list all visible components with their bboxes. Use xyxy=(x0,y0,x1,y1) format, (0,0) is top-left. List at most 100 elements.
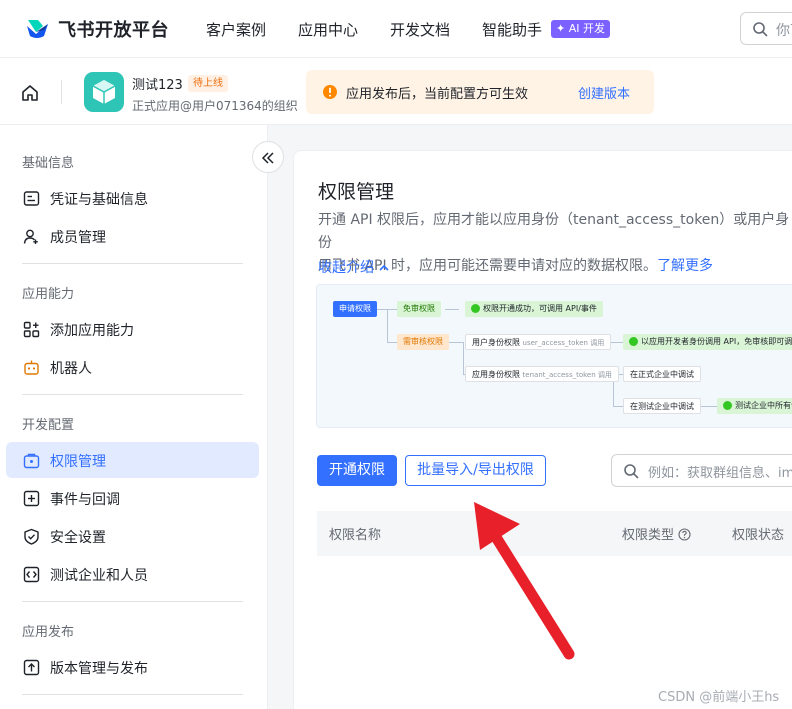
flow-user-result: 以应用开发者身份调用 API，免审核即可调 xyxy=(623,334,792,350)
publish-notice: 应用发布后，当前配置方可生效 创建版本 xyxy=(306,70,654,114)
flow-free-node: 免审权限 xyxy=(397,301,441,317)
collapse-intro-label: 收起介绍 xyxy=(318,260,374,276)
nav-smart-assistant[interactable]: 智能助手 xyxy=(482,19,542,40)
page-title: 权限管理 xyxy=(318,181,395,203)
permission-search-placeholder: 例如：获取群组信息、im xyxy=(648,466,792,481)
grid-add-icon xyxy=(23,321,40,338)
sidebar-item-credentials[interactable]: 凭证与基础信息 xyxy=(6,180,259,216)
sidebar-item-robot[interactable]: 机器人 xyxy=(6,349,259,385)
flow-test-debug-node: 在测试企业中调试 xyxy=(623,398,701,414)
flow-test-result-text: 测试企业中所有令 xyxy=(735,401,792,410)
nav-customer-cases[interactable]: 客户案例 xyxy=(206,19,266,40)
ai-dev-badge[interactable]: ✦ AI 开发 xyxy=(551,20,610,38)
robot-icon xyxy=(24,360,39,375)
feishu-logo-icon xyxy=(27,20,48,38)
flow-line xyxy=(445,309,459,310)
sidebar-item-permissions[interactable]: 权限管理 xyxy=(6,442,259,478)
flow-tenant-identity-text: 应用身份权限 xyxy=(472,370,520,379)
column-permission-status: 权限状态 xyxy=(732,528,785,543)
double-chevron-left-icon xyxy=(261,152,274,164)
sidebar-item-add-capability[interactable]: 添加应用能力 xyxy=(6,311,259,347)
sidebar-section-basic: 基础信息 xyxy=(22,156,75,171)
create-version-link[interactable]: 创建版本 xyxy=(578,83,630,102)
flow-user-result-text: 以应用开发者身份调用 API，免审核即可调 xyxy=(641,337,792,346)
global-search-placeholder: 你可 xyxy=(776,23,792,39)
sidebar-section-publish: 应用发布 xyxy=(22,625,75,640)
flow-user-identity-text: 用户身份权限 xyxy=(472,338,520,347)
flow-tenant-identity-node: 应用身份权限 tenant_access_token 调用 xyxy=(465,366,619,382)
sidebar: 基础信息 凭证与基础信息 成员管理 应用能力 添加应用能力 机器人 开发配置 权… xyxy=(0,125,268,709)
code-icon xyxy=(23,566,40,583)
notice-text: 应用发布后，当前配置方可生效 xyxy=(346,87,529,102)
sidebar-item-label: 事件与回调 xyxy=(50,492,120,508)
sidebar-section-capabilities: 应用能力 xyxy=(22,287,75,302)
shield-icon xyxy=(24,528,39,545)
sidebar-item-label: 权限管理 xyxy=(50,454,106,470)
search-icon xyxy=(624,464,639,479)
column-permission-type: 权限类型 xyxy=(622,524,691,543)
check-circle-icon xyxy=(471,304,480,313)
chevron-up-icon xyxy=(379,264,390,271)
flow-user-identity-node: 用户身份权限 user_access_token 调用 xyxy=(465,334,612,350)
nav-app-center[interactable]: 应用中心 xyxy=(298,19,358,40)
nav-dev-docs[interactable]: 开发文档 xyxy=(390,19,450,40)
collapse-intro-link[interactable]: 收起介绍 xyxy=(318,257,390,277)
learn-more-link[interactable]: 了解更多 xyxy=(657,258,713,274)
flow-line xyxy=(387,342,397,343)
brand[interactable]: 飞书开放平台 xyxy=(24,16,169,42)
flow-test-result: 测试企业中所有令 xyxy=(717,398,792,414)
collapse-sidebar-button[interactable] xyxy=(252,141,284,173)
app-avatar xyxy=(84,72,124,112)
flow-tenant-token-text: tenant_access_token 调用 xyxy=(522,371,612,379)
home-icon[interactable] xyxy=(20,83,40,103)
event-icon xyxy=(23,490,40,507)
sidebar-item-test-enterprise[interactable]: 测试企业和人员 xyxy=(6,556,259,592)
app-header: 测试123 待上线 正式应用@用户071364的组织 应用发布后，当前配置方可生… xyxy=(0,58,792,125)
permission-icon xyxy=(23,453,40,469)
member-icon xyxy=(23,229,38,244)
credential-icon xyxy=(23,191,40,206)
column-permission-type-label: 权限类型 xyxy=(622,528,675,543)
enable-permission-button[interactable]: 开通权限 xyxy=(317,455,397,486)
sidebar-item-label: 测试企业和人员 xyxy=(50,568,148,584)
flow-review-node: 需审核权限 xyxy=(397,334,449,350)
flow-user-token-text: user_access_token 调用 xyxy=(522,339,605,347)
watermark: CSDN @前端小王hs xyxy=(658,690,780,705)
app-subtitle: 正式应用@用户071364的组织 xyxy=(132,99,298,113)
batch-import-export-button[interactable]: 批量导入/导出权限 xyxy=(405,455,546,486)
check-circle-icon xyxy=(629,337,638,346)
sidebar-item-security[interactable]: 安全设置 xyxy=(6,518,259,554)
red-arrow-annotation-icon xyxy=(474,502,575,660)
cube-icon xyxy=(92,80,116,104)
status-badge: 待上线 xyxy=(188,75,228,92)
sidebar-item-label: 版本管理与发布 xyxy=(50,661,148,677)
app-name: 测试123 xyxy=(132,78,183,93)
sidebar-item-label: 安全设置 xyxy=(50,530,106,546)
warning-icon xyxy=(323,85,337,99)
sidebar-item-label: 机器人 xyxy=(50,361,92,377)
upload-icon xyxy=(23,659,40,676)
flow-line xyxy=(613,406,623,407)
permission-search-input[interactable]: 例如：获取群组信息、im xyxy=(611,454,792,487)
sidebar-item-members[interactable]: 成员管理 xyxy=(6,218,259,254)
help-circle-icon[interactable] xyxy=(678,528,691,541)
flow-line xyxy=(699,406,717,407)
column-permission-name: 权限名称 xyxy=(329,528,382,543)
flow-formal-debug-node: 在正式企业中调试 xyxy=(623,366,701,382)
sidebar-item-label: 成员管理 xyxy=(50,230,106,246)
sidebar-divider xyxy=(22,694,243,695)
flow-line xyxy=(449,342,463,343)
sidebar-item-events[interactable]: 事件与回调 xyxy=(6,480,259,516)
header-divider xyxy=(61,80,62,104)
brand-name: 飞书开放平台 xyxy=(58,20,169,41)
sidebar-item-label: 凭证与基础信息 xyxy=(50,192,148,208)
sidebar-divider xyxy=(22,601,243,602)
flow-line xyxy=(463,342,464,374)
flow-free-result-text: 权限开通成功，可调用 API/事件 xyxy=(483,304,597,313)
sidebar-divider xyxy=(22,394,243,395)
sidebar-item-version[interactable]: 版本管理与发布 xyxy=(6,649,259,685)
sidebar-divider xyxy=(22,263,243,264)
flow-line xyxy=(387,309,388,342)
flow-apply-node: 申请权限 xyxy=(333,301,377,317)
global-search-input[interactable]: 你可 xyxy=(740,12,792,45)
